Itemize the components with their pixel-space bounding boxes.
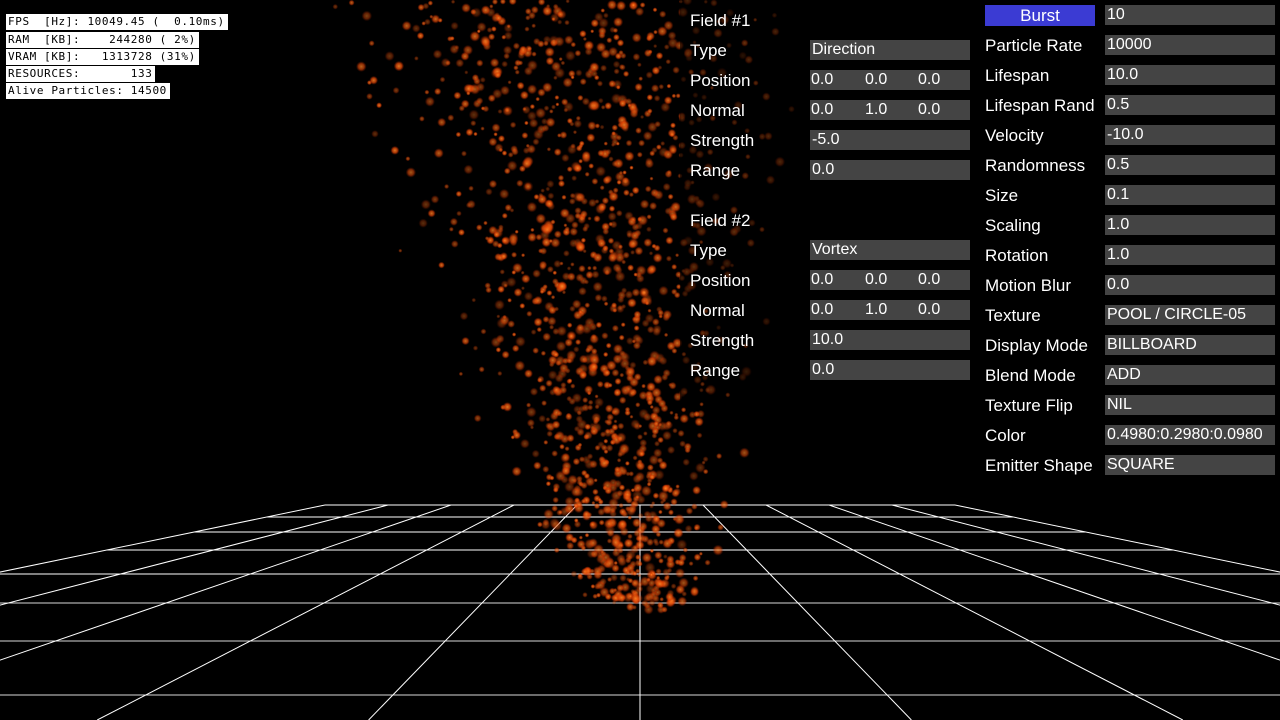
randomness-input[interactable]: 0.5 <box>1105 155 1275 175</box>
field1-range-label: Range <box>690 161 741 180</box>
resources-stat: RESOURCES: 133 <box>6 66 156 82</box>
motion-blur-input[interactable]: 0.0 <box>1105 275 1275 295</box>
field2-normal-x[interactable]: 0.0 <box>811 300 833 320</box>
motion-blur-label: Motion Blur <box>985 276 1071 295</box>
texture-flip-label: Texture Flip <box>985 396 1073 415</box>
color-input[interactable]: 0.4980:0.2980:0.0980 <box>1105 425 1275 445</box>
burst-button[interactable]: Burst <box>985 5 1095 26</box>
field1-position-x[interactable]: 0.0 <box>811 70 833 90</box>
size-input[interactable]: 0.1 <box>1105 185 1275 205</box>
size-label: Size <box>985 186 1019 205</box>
emitter-shape-label: Emitter Shape <box>985 456 1093 475</box>
particle-rate-label: Particle Rate <box>985 36 1083 55</box>
field1-normal-z[interactable]: 0.0 <box>918 100 940 120</box>
field1-strength-label: Strength <box>690 131 755 150</box>
field1-strength-input[interactable]: -5.0 <box>810 130 970 150</box>
display-mode-input[interactable]: BILLBOARD <box>1105 335 1275 355</box>
burst-count-input[interactable]: 10 <box>1105 5 1275 25</box>
field1-type-select[interactable]: Direction <box>810 40 970 60</box>
emitter-shape-input[interactable]: SQUARE <box>1105 455 1275 475</box>
field1-type-label: Type <box>690 41 727 60</box>
field2-range-label: Range <box>690 361 741 380</box>
field2-position-field[interactable]: 0.0 0.0 0.0 <box>810 270 970 290</box>
field2-position-z[interactable]: 0.0 <box>918 270 940 290</box>
force-fields-panel: Field #1 Type Direction Position 0.0 0.0… <box>680 0 980 400</box>
field2-normal-z[interactable]: 0.0 <box>918 300 940 320</box>
field2-type-label: Type <box>690 241 727 260</box>
particle-rate-input[interactable]: 10000 <box>1105 35 1275 55</box>
field1-title: Field #1 <box>690 11 751 30</box>
field1-normal-y[interactable]: 1.0 <box>865 100 887 120</box>
field2-normal-label: Normal <box>690 301 745 320</box>
randomness-label: Randomness <box>985 156 1086 175</box>
display-mode-label: Display Mode <box>985 336 1088 355</box>
field2-normal-field[interactable]: 0.0 1.0 0.0 <box>810 300 970 320</box>
field2-strength-input[interactable]: 10.0 <box>810 330 970 350</box>
rotation-label: Rotation <box>985 246 1049 265</box>
field1-normal-label: Normal <box>690 101 745 120</box>
color-label: Color <box>985 426 1026 445</box>
field1-normal-x[interactable]: 0.0 <box>811 100 833 120</box>
field2-range-input[interactable]: 0.0 <box>810 360 970 380</box>
field1-normal-field[interactable]: 0.0 1.0 0.0 <box>810 100 970 120</box>
lifespan-rand-label: Lifespan Rand <box>985 96 1095 115</box>
scaling-label: Scaling <box>985 216 1041 235</box>
field1-range-input[interactable]: 0.0 <box>810 160 970 180</box>
field2-type-select[interactable]: Vortex <box>810 240 970 260</box>
field2-position-label: Position <box>690 271 751 290</box>
lifespan-label: Lifespan <box>985 66 1050 85</box>
texture-flip-input[interactable]: NIL <box>1105 395 1275 415</box>
texture-label: Texture <box>985 306 1041 325</box>
velocity-input[interactable]: -10.0 <box>1105 125 1275 145</box>
lifespan-rand-input[interactable]: 0.5 <box>1105 95 1275 115</box>
texture-input[interactable]: POOL / CIRCLE-05 <box>1105 305 1275 325</box>
velocity-label: Velocity <box>985 126 1044 145</box>
scaling-input[interactable]: 1.0 <box>1105 215 1275 235</box>
field2-title: Field #2 <box>690 211 751 230</box>
blend-mode-input[interactable]: ADD <box>1105 365 1275 385</box>
field1-position-z[interactable]: 0.0 <box>918 70 940 90</box>
field2-strength-label: Strength <box>690 331 755 350</box>
field1-position-label: Position <box>690 71 751 90</box>
field2-position-y[interactable]: 0.0 <box>865 270 887 290</box>
vram-stat: VRAM [KB]: 1313728 (31%) <box>6 49 199 65</box>
rotation-input[interactable]: 1.0 <box>1105 245 1275 265</box>
fps-stat: FPS [Hz]: 10049.45 ( 0.10ms) <box>6 14 228 30</box>
ram-stat: RAM [KB]: 244280 ( 2%) <box>6 32 199 48</box>
alive-particles-stat: Alive Particles: 14500 <box>6 83 170 99</box>
field1-position-field[interactable]: 0.0 0.0 0.0 <box>810 70 970 90</box>
field2-normal-y[interactable]: 1.0 <box>865 300 887 320</box>
field2-position-x[interactable]: 0.0 <box>811 270 833 290</box>
field1-position-y[interactable]: 0.0 <box>865 70 887 90</box>
lifespan-input[interactable]: 10.0 <box>1105 65 1275 85</box>
blend-mode-label: Blend Mode <box>985 366 1076 385</box>
